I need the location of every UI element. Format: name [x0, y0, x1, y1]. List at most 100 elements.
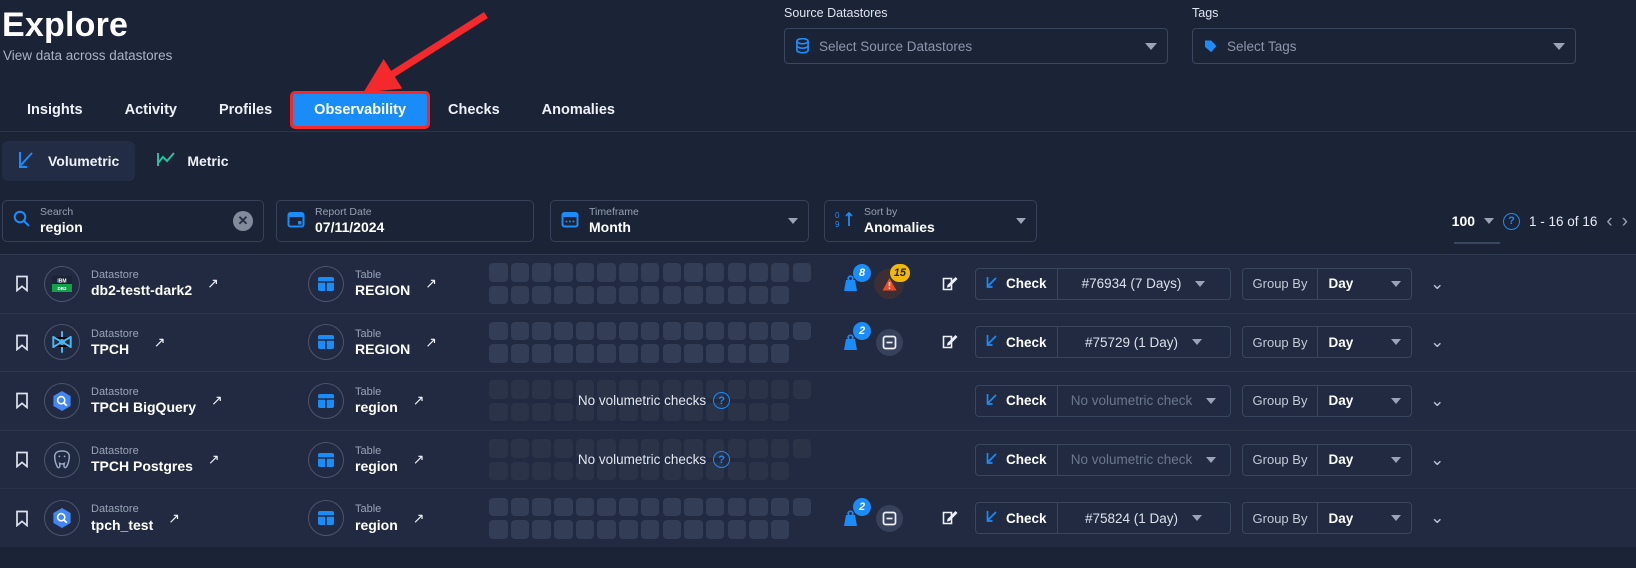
group-by-selector[interactable]: Group By Day: [1241, 384, 1413, 417]
anomaly-badge[interactable]: 15: [874, 263, 910, 299]
external-link-icon[interactable]: ↗: [208, 451, 220, 468]
table-icon: [308, 500, 344, 537]
expand-row-chevron-down-icon[interactable]: ⌄: [1412, 274, 1462, 294]
weight-badge[interactable]: 8: [835, 263, 871, 299]
chevron-down-icon[interactable]: [1391, 280, 1402, 287]
check-value[interactable]: #75729 (1 Day): [1058, 327, 1230, 357]
volumetric-skeleton-grid: No volumetric checks ?: [489, 378, 819, 424]
group-by-selector[interactable]: Group By Day: [1241, 267, 1413, 300]
help-icon[interactable]: ?: [1503, 212, 1521, 230]
sort-by-field[interactable]: 09 Sort by Anomalies: [824, 200, 1037, 242]
bookmark-icon[interactable]: [0, 510, 44, 527]
bookmark-icon[interactable]: [0, 275, 44, 293]
group-by-value[interactable]: Day: [1318, 269, 1411, 299]
check-value[interactable]: #76934 (7 Days): [1058, 269, 1230, 299]
check-selector[interactable]: Check #76934 (7 Days): [975, 267, 1231, 300]
note-badge[interactable]: [874, 327, 904, 357]
bookmark-icon[interactable]: [0, 334, 44, 351]
tags-select[interactable]: Select Tags: [1192, 28, 1576, 64]
group-by-value[interactable]: Day: [1318, 386, 1411, 416]
chevron-down-icon[interactable]: [1391, 397, 1402, 404]
external-link-icon[interactable]: ↗: [425, 334, 437, 351]
tab-anomalies[interactable]: Anomalies: [521, 94, 636, 126]
chevron-down-icon[interactable]: [1206, 397, 1217, 404]
tab-checks[interactable]: Checks: [427, 94, 521, 126]
check-selector[interactable]: Check No volumetric check: [975, 384, 1231, 417]
weight-badge[interactable]: 2: [835, 498, 871, 533]
clear-search-button[interactable]: ✕: [233, 211, 253, 231]
expand-row-chevron-down-icon[interactable]: ⌄: [1412, 391, 1462, 411]
help-icon[interactable]: ?: [713, 392, 731, 410]
edit-icon[interactable]: [937, 275, 963, 293]
check-value[interactable]: No volumetric check: [1058, 445, 1230, 475]
chevron-down-icon[interactable]: [1391, 339, 1402, 346]
source-datastores-select[interactable]: Select Source Datastores: [784, 28, 1168, 64]
chevron-down-icon[interactable]: [1553, 42, 1565, 50]
search-field[interactable]: Search region ✕: [2, 200, 264, 242]
check-value[interactable]: No volumetric check: [1058, 386, 1230, 416]
expand-row-chevron-down-icon[interactable]: ⌄: [1412, 508, 1462, 528]
anomaly-badge-count: 15: [889, 263, 910, 282]
chevron-down-icon[interactable]: [1391, 456, 1402, 463]
group-by-selector[interactable]: Group By Day: [1241, 443, 1413, 476]
table-row[interactable]: Datastore TPCH Postgres ↗ Table region ↗: [0, 429, 1636, 489]
expand-row-chevron-down-icon[interactable]: ⌄: [1412, 450, 1462, 470]
bookmark-icon[interactable]: [0, 392, 44, 410]
check-value[interactable]: #75824 (1 Day): [1058, 503, 1230, 533]
table-row[interactable]: IBM DB2 Datastore db2-testt-dark2 ↗ Table…: [0, 254, 1636, 313]
group-by-selector[interactable]: Group By Day: [1241, 326, 1413, 359]
external-link-icon[interactable]: ↗: [154, 334, 166, 351]
chevron-down-icon[interactable]: [1484, 218, 1495, 224]
expand-row-chevron-down-icon[interactable]: ⌄: [1412, 332, 1462, 352]
timeframe-field[interactable]: Timeframe Month: [550, 200, 809, 242]
external-link-icon[interactable]: ↗: [211, 392, 223, 409]
check-selector[interactable]: Check No volumetric check: [975, 443, 1231, 476]
group-by-selector[interactable]: Group By Day: [1241, 502, 1413, 535]
report-date-value[interactable]: 07/11/2024: [315, 220, 523, 235]
edit-icon[interactable]: [937, 333, 963, 351]
table-row[interactable]: Datastore TPCH BigQuery ↗ Table region ↗: [0, 371, 1636, 430]
bookmark-icon[interactable]: [0, 451, 44, 469]
timeframe-caption: Timeframe: [589, 206, 639, 219]
subtab-metric[interactable]: Metric: [141, 141, 244, 181]
external-link-icon[interactable]: ↗: [413, 392, 425, 409]
page-size-value[interactable]: 100: [1452, 213, 1475, 229]
external-link-icon[interactable]: ↗: [425, 275, 437, 292]
tab-observability[interactable]: Observability: [290, 90, 431, 129]
tab-profiles[interactable]: Profiles: [198, 94, 293, 126]
sort-by-value[interactable]: Anomalies: [864, 220, 1006, 235]
external-link-icon[interactable]: ↗: [413, 510, 425, 527]
table-row[interactable]: Datastore tpch_test ↗ Table region ↗ 2 C…: [0, 488, 1636, 547]
subtab-volumetric[interactable]: Volumetric: [2, 141, 136, 181]
external-link-icon[interactable]: ↗: [207, 275, 219, 292]
check-selector[interactable]: Check #75824 (1 Day): [975, 502, 1231, 535]
chevron-right-icon[interactable]: ›: [1622, 212, 1628, 231]
group-by-value[interactable]: Day: [1318, 445, 1411, 475]
help-icon[interactable]: ?: [713, 451, 731, 469]
weight-badge[interactable]: 2: [835, 322, 871, 357]
chevron-down-icon[interactable]: [788, 218, 798, 224]
report-date-field[interactable]: Report Date 07/11/2024: [276, 200, 534, 242]
external-link-icon[interactable]: ↗: [168, 510, 180, 527]
chevron-down-icon[interactable]: [1145, 42, 1157, 50]
edit-icon[interactable]: [937, 509, 963, 527]
chevron-down-icon[interactable]: [1391, 515, 1402, 522]
note-badge[interactable]: [874, 503, 904, 533]
group-by-value[interactable]: Day: [1318, 503, 1411, 533]
check-label: Check: [976, 444, 1058, 475]
chevron-down-icon[interactable]: [1192, 515, 1203, 522]
table-row[interactable]: Datastore TPCH ↗ Table REGION ↗ 2 Check …: [0, 312, 1636, 372]
tab-insights[interactable]: Insights: [6, 94, 104, 126]
search-input[interactable]: region: [40, 220, 223, 235]
group-by-value[interactable]: Day: [1318, 327, 1411, 357]
external-link-icon[interactable]: ↗: [413, 451, 425, 468]
timeframe-value[interactable]: Month: [589, 220, 778, 235]
tags-label: Tags: [1192, 6, 1219, 20]
chevron-down-icon[interactable]: [1195, 280, 1206, 287]
check-selector[interactable]: Check #75729 (1 Day): [975, 326, 1231, 359]
chevron-left-icon[interactable]: ‹: [1606, 212, 1612, 231]
chevron-down-icon[interactable]: [1016, 218, 1026, 224]
chevron-down-icon[interactable]: [1206, 456, 1217, 463]
chevron-down-icon[interactable]: [1192, 339, 1203, 346]
tab-activity[interactable]: Activity: [104, 94, 198, 126]
